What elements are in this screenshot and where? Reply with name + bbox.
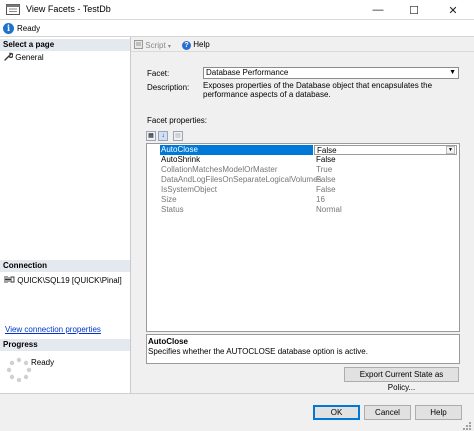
table-row[interactable]: AutoShrink False <box>147 155 459 165</box>
cancel-button[interactable]: Cancel <box>364 405 411 420</box>
property-value: False <box>317 146 337 155</box>
close-icon: ✕ <box>448 4 458 17</box>
status-text: Ready <box>17 24 41 33</box>
description-text: Exposes properties of the Database objec… <box>203 81 433 99</box>
table-row[interactable]: CollationMatchesModelOrMaster True <box>147 165 459 175</box>
property-help-panel: AutoClose Specifies whether the AUTOCLOS… <box>146 334 460 364</box>
connection-icon <box>4 276 15 283</box>
page-item-general[interactable]: General <box>4 52 44 62</box>
property-grid: AutoClose False ▼ AutoShrink False Colla… <box>146 143 460 332</box>
property-name: AutoShrink <box>161 155 201 164</box>
property-name: Size <box>161 195 177 204</box>
property-value: False <box>316 155 336 164</box>
toolbar: Script ▾ ? Help <box>131 37 474 52</box>
property-value-select[interactable]: False ▼ <box>314 145 457 155</box>
facet-properties-label: Facet properties: <box>147 116 208 125</box>
chevron-down-icon: ▾ <box>167 44 171 50</box>
help-panel-text: Specifies whether the AUTOCLOSE database… <box>148 347 368 356</box>
connection-header: Connection <box>0 260 130 272</box>
minimize-icon: — <box>372 4 384 16</box>
status-strip: i Ready <box>0 20 474 37</box>
window-title: View Facets - TestDb <box>26 4 111 14</box>
minimize-button[interactable]: — <box>361 0 395 20</box>
table-row[interactable]: Size 16 <box>147 195 459 205</box>
help-button[interactable]: Help <box>415 405 462 420</box>
close-button[interactable]: ✕ <box>436 0 470 20</box>
wrench-icon <box>4 52 14 61</box>
property-value: False <box>316 185 336 194</box>
property-value: True <box>316 165 333 174</box>
app-icon <box>6 4 20 15</box>
alphabetical-button[interactable]: ↓ <box>158 131 168 141</box>
property-value: Normal <box>316 205 342 214</box>
select-page-header: Select a page <box>0 39 130 51</box>
property-value: 16 <box>316 195 325 204</box>
info-icon: i <box>3 23 14 34</box>
table-row[interactable]: IsSystemObject False <box>147 185 459 195</box>
progress-status: Ready <box>31 358 55 367</box>
page-item-label: General <box>15 53 44 62</box>
connection-server-text: QUICK\SQL19 [QUICK\Pinal] <box>17 276 122 285</box>
property-name: AutoClose <box>160 145 313 155</box>
script-button[interactable]: Script ▾ <box>134 40 171 50</box>
facet-select[interactable]: Database Performance ▼ <box>203 67 459 79</box>
left-pane: Select a page General Connection QUICK\S… <box>0 37 131 393</box>
description-label: Description: <box>147 83 190 92</box>
help-toolbar-button[interactable]: ? Help <box>182 40 210 50</box>
dialog-button-bar: OK Cancel Help <box>0 393 474 431</box>
property-pages-button[interactable]: ▤ <box>173 131 183 141</box>
property-pages-icon: ▤ <box>175 133 181 139</box>
help-label: Help <box>193 40 210 49</box>
maximize-button[interactable]: ☐ <box>397 0 431 20</box>
view-connection-properties-link[interactable]: View connection properties <box>5 325 101 334</box>
help-icon: ? <box>182 41 191 50</box>
facet-select-value: Database Performance <box>206 68 289 77</box>
script-icon <box>134 40 143 49</box>
progress-spinner-icon <box>6 357 32 383</box>
chevron-down-icon: ▼ <box>449 69 456 76</box>
table-row[interactable]: Status Normal <box>147 205 459 215</box>
categorized-button[interactable]: ▦ <box>146 131 156 141</box>
property-name: DataAndLogFilesOnSeparateLogicalVolumes <box>161 175 322 184</box>
connection-server: QUICK\SQL19 [QUICK\Pinal] <box>4 275 122 285</box>
property-name: CollationMatchesModelOrMaster <box>161 165 278 174</box>
title-bar: View Facets - TestDb — ☐ ✕ <box>0 0 474 20</box>
facet-label: Facet: <box>147 69 170 78</box>
export-policy-button[interactable]: Export Current State as Policy... <box>344 367 459 392</box>
progress-header: Progress <box>0 339 130 351</box>
property-value: False <box>316 175 336 184</box>
table-row[interactable]: AutoClose False ▼ <box>147 145 459 155</box>
sort-alpha-icon: ↓ <box>161 133 165 139</box>
table-row[interactable]: DataAndLogFilesOnSeparateLogicalVolumes … <box>147 175 459 185</box>
chevron-down-icon[interactable]: ▼ <box>446 146 455 154</box>
ok-button[interactable]: OK <box>313 405 360 420</box>
maximize-icon: ☐ <box>409 4 419 17</box>
help-panel-title: AutoClose <box>148 337 188 346</box>
property-name: IsSystemObject <box>161 185 218 194</box>
script-label: Script <box>145 41 166 50</box>
resize-grip-icon[interactable] <box>462 421 472 431</box>
property-name: Status <box>161 205 184 214</box>
categorized-icon: ▦ <box>148 133 154 139</box>
